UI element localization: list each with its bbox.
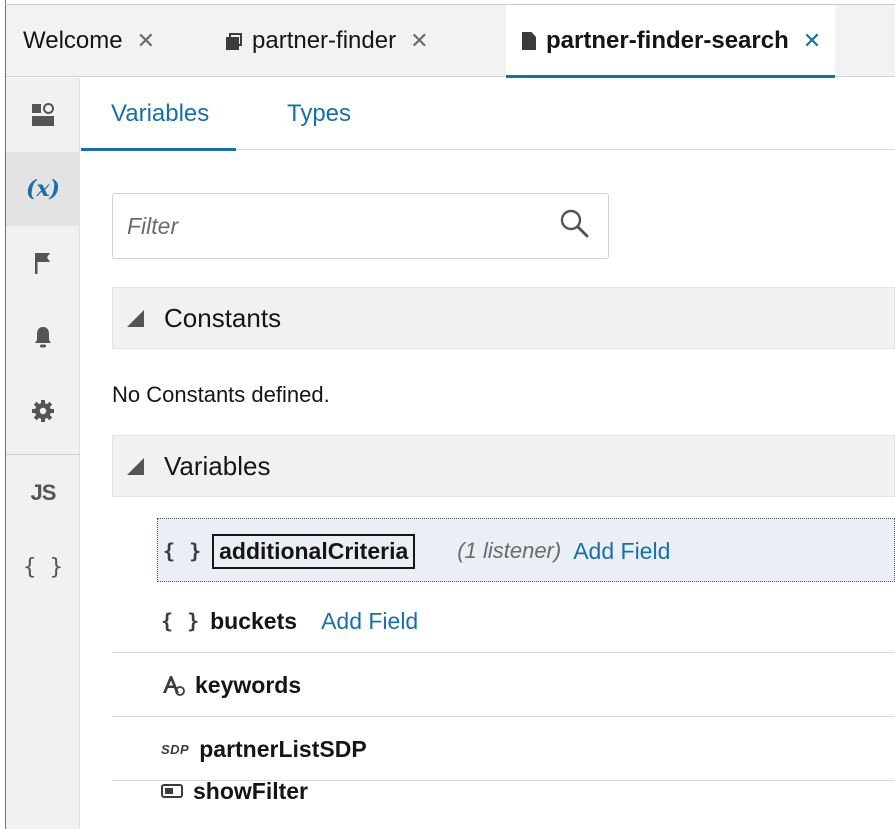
- object-icon: { }: [163, 539, 203, 563]
- variables-section-header[interactable]: Variables: [112, 435, 895, 497]
- variable-row-content: keywords: [161, 653, 301, 717]
- close-icon[interactable]: ✕: [410, 28, 428, 54]
- variable-name[interactable]: additionalCriteria: [212, 533, 416, 569]
- javascript-icon[interactable]: JS: [6, 456, 80, 530]
- variable-row-partnerlistsdp[interactable]: SDP partnerListSDP: [112, 717, 895, 781]
- add-field-link[interactable]: Add Field: [321, 608, 418, 635]
- variables-types-tabs: Variables Types: [81, 78, 895, 151]
- tab-types-label: Types: [287, 100, 352, 127]
- variable-row-content: SDP partnerListSDP: [161, 717, 367, 781]
- variable-name[interactable]: partnerListSDP: [199, 736, 366, 763]
- bell-icon[interactable]: [6, 300, 80, 374]
- tab-label: partner-finder-search: [546, 27, 789, 54]
- tab-variables-label: Variables: [111, 100, 210, 127]
- flag-icon[interactable]: [6, 226, 80, 300]
- variable-row-keywords[interactable]: keywords: [112, 653, 895, 717]
- javascript-icon-label: JS: [30, 480, 57, 505]
- tab-label: Welcome: [23, 27, 123, 54]
- variable-row-content: showFilter: [161, 778, 308, 804]
- variable-row-showfilter[interactable]: showFilter: [112, 778, 895, 829]
- json-icon[interactable]: { }: [6, 530, 80, 604]
- constants-empty-message: No Constants defined.: [112, 382, 330, 407]
- document-icon: [522, 32, 536, 50]
- json-icon-label: { }: [23, 554, 63, 580]
- active-subtab-indicator: [81, 148, 237, 151]
- add-field-link[interactable]: Add Field: [573, 538, 670, 565]
- left-navigation-rail: (x) JS { }: [6, 78, 80, 829]
- filter-input[interactable]: [113, 194, 553, 258]
- overview-icon[interactable]: [6, 78, 80, 152]
- boolean-toggle-icon: [161, 784, 183, 798]
- tab-variables[interactable]: Variables: [81, 78, 237, 151]
- object-icon: { }: [161, 609, 201, 633]
- gear-icon[interactable]: [6, 374, 80, 448]
- variable-row-additionalcriteria[interactable]: { } additionalCriteria (1 listener) Add …: [157, 518, 895, 582]
- variable-name[interactable]: buckets: [210, 608, 297, 635]
- rail-divider: [6, 454, 80, 455]
- variable-row-content: { } additionalCriteria (1 listener) Add …: [163, 519, 670, 583]
- variable-row-buckets[interactable]: { } buckets Add Field: [112, 589, 895, 653]
- stack-icon: [226, 32, 242, 50]
- listener-count[interactable]: (1 listener): [457, 538, 561, 564]
- variable-row-content: { } buckets Add Field: [161, 589, 418, 653]
- section-title: Constants: [164, 302, 282, 333]
- variable-name[interactable]: showFilter: [193, 778, 308, 805]
- variables-icon[interactable]: (x): [6, 152, 80, 226]
- close-icon[interactable]: ✕: [137, 28, 155, 54]
- string-type-icon: [161, 673, 185, 697]
- variables-icon-label: (x): [26, 176, 60, 202]
- constants-section-header[interactable]: Constants: [112, 287, 895, 349]
- close-icon[interactable]: ✕: [803, 28, 821, 54]
- section-title: Variables: [164, 450, 271, 481]
- variable-name[interactable]: keywords: [195, 672, 301, 699]
- collapse-triangle-icon: [127, 457, 144, 475]
- tab-welcome[interactable]: Welcome ✕: [23, 5, 155, 77]
- search-icon[interactable]: [557, 206, 593, 242]
- editor-tab-bar: Welcome ✕ partner-finder ✕ partner-finde…: [6, 5, 895, 78]
- sdp-icon: SDP: [161, 741, 190, 757]
- tab-partner-finder-search[interactable]: partner-finder-search ✕: [506, 5, 836, 78]
- collapse-triangle-icon: [127, 309, 144, 327]
- tab-label: partner-finder: [252, 27, 397, 54]
- tab-partner-finder[interactable]: partner-finder ✕: [226, 5, 429, 77]
- tab-types[interactable]: Types: [287, 78, 351, 150]
- filter-field[interactable]: [112, 193, 609, 259]
